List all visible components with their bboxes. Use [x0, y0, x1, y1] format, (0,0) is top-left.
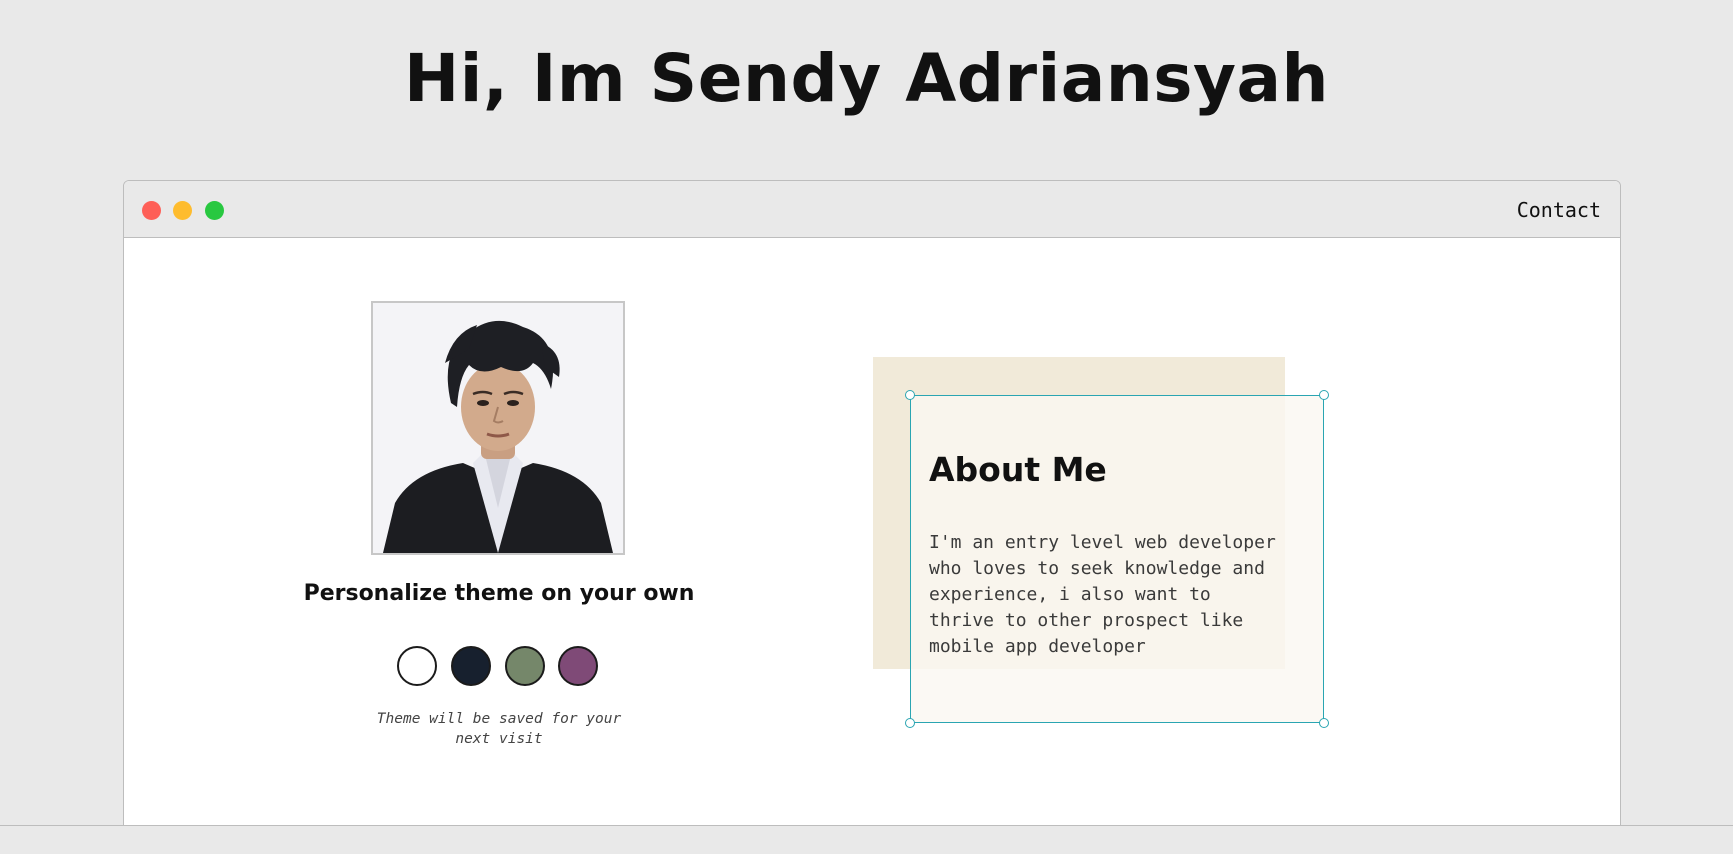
theme-swatch-navy[interactable] — [451, 646, 491, 686]
theme-note: Theme will be saved for your next visit — [376, 711, 622, 747]
minimize-window-button[interactable] — [173, 201, 192, 220]
about-title: About Me — [929, 450, 1107, 489]
theme-swatch-sage[interactable] — [505, 646, 545, 686]
close-window-button[interactable] — [142, 201, 161, 220]
resize-handle-bottom-left[interactable] — [905, 718, 915, 728]
window-titlebar: Contact — [124, 181, 1620, 238]
resize-handle-top-right[interactable] — [1319, 390, 1329, 400]
portrait-photo-icon — [373, 303, 623, 553]
theme-swatch-white[interactable] — [397, 646, 437, 686]
about-card[interactable]: About Me I'm an entry level web develope… — [905, 390, 1329, 728]
maximize-window-button[interactable] — [205, 201, 224, 220]
bottom-bar — [0, 825, 1733, 854]
profile-photo — [371, 301, 625, 555]
about-text: I'm an entry level web developer who lov… — [929, 532, 1276, 657]
contact-link[interactable]: Contact — [1517, 198, 1601, 222]
theme-swatch-plum[interactable] — [558, 646, 598, 686]
resize-handle-top-left[interactable] — [905, 390, 915, 400]
browser-window: Contact Personalize theme on your own Th… — [123, 180, 1621, 854]
resize-handle-bottom-right[interactable] — [1319, 718, 1329, 728]
page-title: Hi, Im Sendy Adriansyah — [403, 40, 1330, 117]
theme-heading: Personalize theme on your own — [303, 581, 695, 606]
